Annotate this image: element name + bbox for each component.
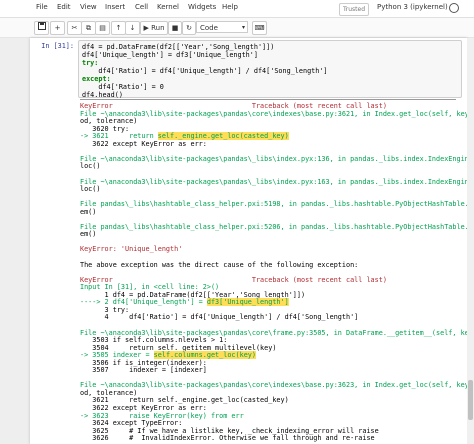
code-line: df4 = pd.DataFrame(df2[['Year','Song_len… — [82, 43, 275, 51]
cell-prompt: In [31]: — [41, 42, 74, 50]
output-line: File ~\anaconda3\lib\site-packages\panda… — [80, 154, 467, 163]
menubar: File Edit View Insert Cell Kernel Widget… — [0, 0, 474, 18]
menu-insert[interactable]: Insert — [105, 3, 125, 11]
move-down-button[interactable]: ↓ — [125, 21, 140, 35]
output-line: File ~\anaconda3\lib\site-packages\panda… — [80, 381, 467, 390]
output-line: KeyError: 'Unique_length' — [80, 245, 183, 254]
code-cell[interactable]: df4 = pd.DataFrame(df2[['Year','Song_len… — [78, 40, 462, 99]
output-line: 3507 indexer = [indexer] — [80, 366, 207, 375]
run-button[interactable]: ▶ Run — [140, 21, 168, 35]
menu-widgets[interactable]: Widgets — [188, 3, 216, 11]
kernel-status-icon — [449, 3, 459, 13]
run-icon: ▶ — [143, 24, 149, 32]
paste-button[interactable]: ▤ — [95, 21, 110, 35]
output-separator — [80, 99, 456, 100]
code-line: df4['Unique_length'] = df3['Unique_lengt… — [82, 51, 258, 59]
output-line: File pandas\_libs\hashtable_class_helper… — [80, 200, 467, 209]
save-button[interactable] — [34, 21, 49, 35]
cell-type-select[interactable]: Code — [196, 21, 248, 34]
copy-button[interactable]: ⧉ — [81, 21, 96, 35]
code-line: except: — [82, 75, 111, 83]
output-line: 4 df4['Ratio'] = df4['Unique_length'] / … — [80, 313, 359, 322]
scrollbar-thumb[interactable] — [468, 380, 473, 420]
menu-cell[interactable]: Cell — [135, 3, 148, 11]
code-line: try: — [82, 59, 99, 67]
command-palette-button[interactable]: ⌨ — [252, 21, 267, 35]
menu-kernel[interactable]: Kernel — [157, 3, 179, 11]
code-line: df4['Ratio'] = df4['Unique_length'] / df… — [82, 67, 328, 75]
menu-view[interactable]: View — [80, 3, 97, 11]
output-line: loc() — [80, 162, 101, 171]
output-line: The above exception was the direct cause… — [80, 260, 359, 269]
toolbar: + ✂ ⧉ ▤ ↑ ↓ ▶ Run ■ ↻ Code ⌨ — [0, 18, 474, 38]
trusted-badge[interactable]: Trusted — [339, 3, 369, 16]
output-line: em() — [80, 207, 97, 216]
cell-output: KeyError Traceback (most recent call las… — [78, 98, 467, 444]
run-label: Run — [151, 24, 165, 32]
output-line: loc() — [80, 185, 101, 194]
menu-help[interactable]: Help — [222, 3, 238, 11]
output-line: File ~\anaconda3\lib\site-packages\panda… — [80, 109, 467, 118]
cut-button[interactable]: ✂ — [67, 21, 82, 35]
output-line: 3622 except KeyError as err: — [80, 139, 207, 148]
output-line: em() — [80, 230, 97, 239]
move-up-button[interactable]: ↑ — [111, 21, 126, 35]
menu-edit[interactable]: Edit — [57, 3, 71, 11]
restart-button[interactable]: ↻ — [182, 21, 196, 35]
kernel-name[interactable]: Python 3 (ipykernel) — [377, 3, 448, 11]
output-line: 3626 # InvalidIndexError. Otherwise we f… — [80, 434, 375, 443]
save-icon — [37, 22, 46, 30]
code-line: df4['Ratio'] = 0 — [82, 83, 164, 91]
output-line: File ~\anaconda3\lib\site-packages\panda… — [80, 177, 467, 186]
notebook-area: In [31]: df4 = pd.DataFrame(df2[['Year',… — [30, 38, 467, 444]
add-cell-button[interactable]: + — [50, 21, 65, 35]
interrupt-button[interactable]: ■ — [168, 21, 182, 35]
output-line: File pandas\_libs\hashtable_class_helper… — [80, 222, 467, 231]
menu-file[interactable]: File — [36, 3, 48, 11]
